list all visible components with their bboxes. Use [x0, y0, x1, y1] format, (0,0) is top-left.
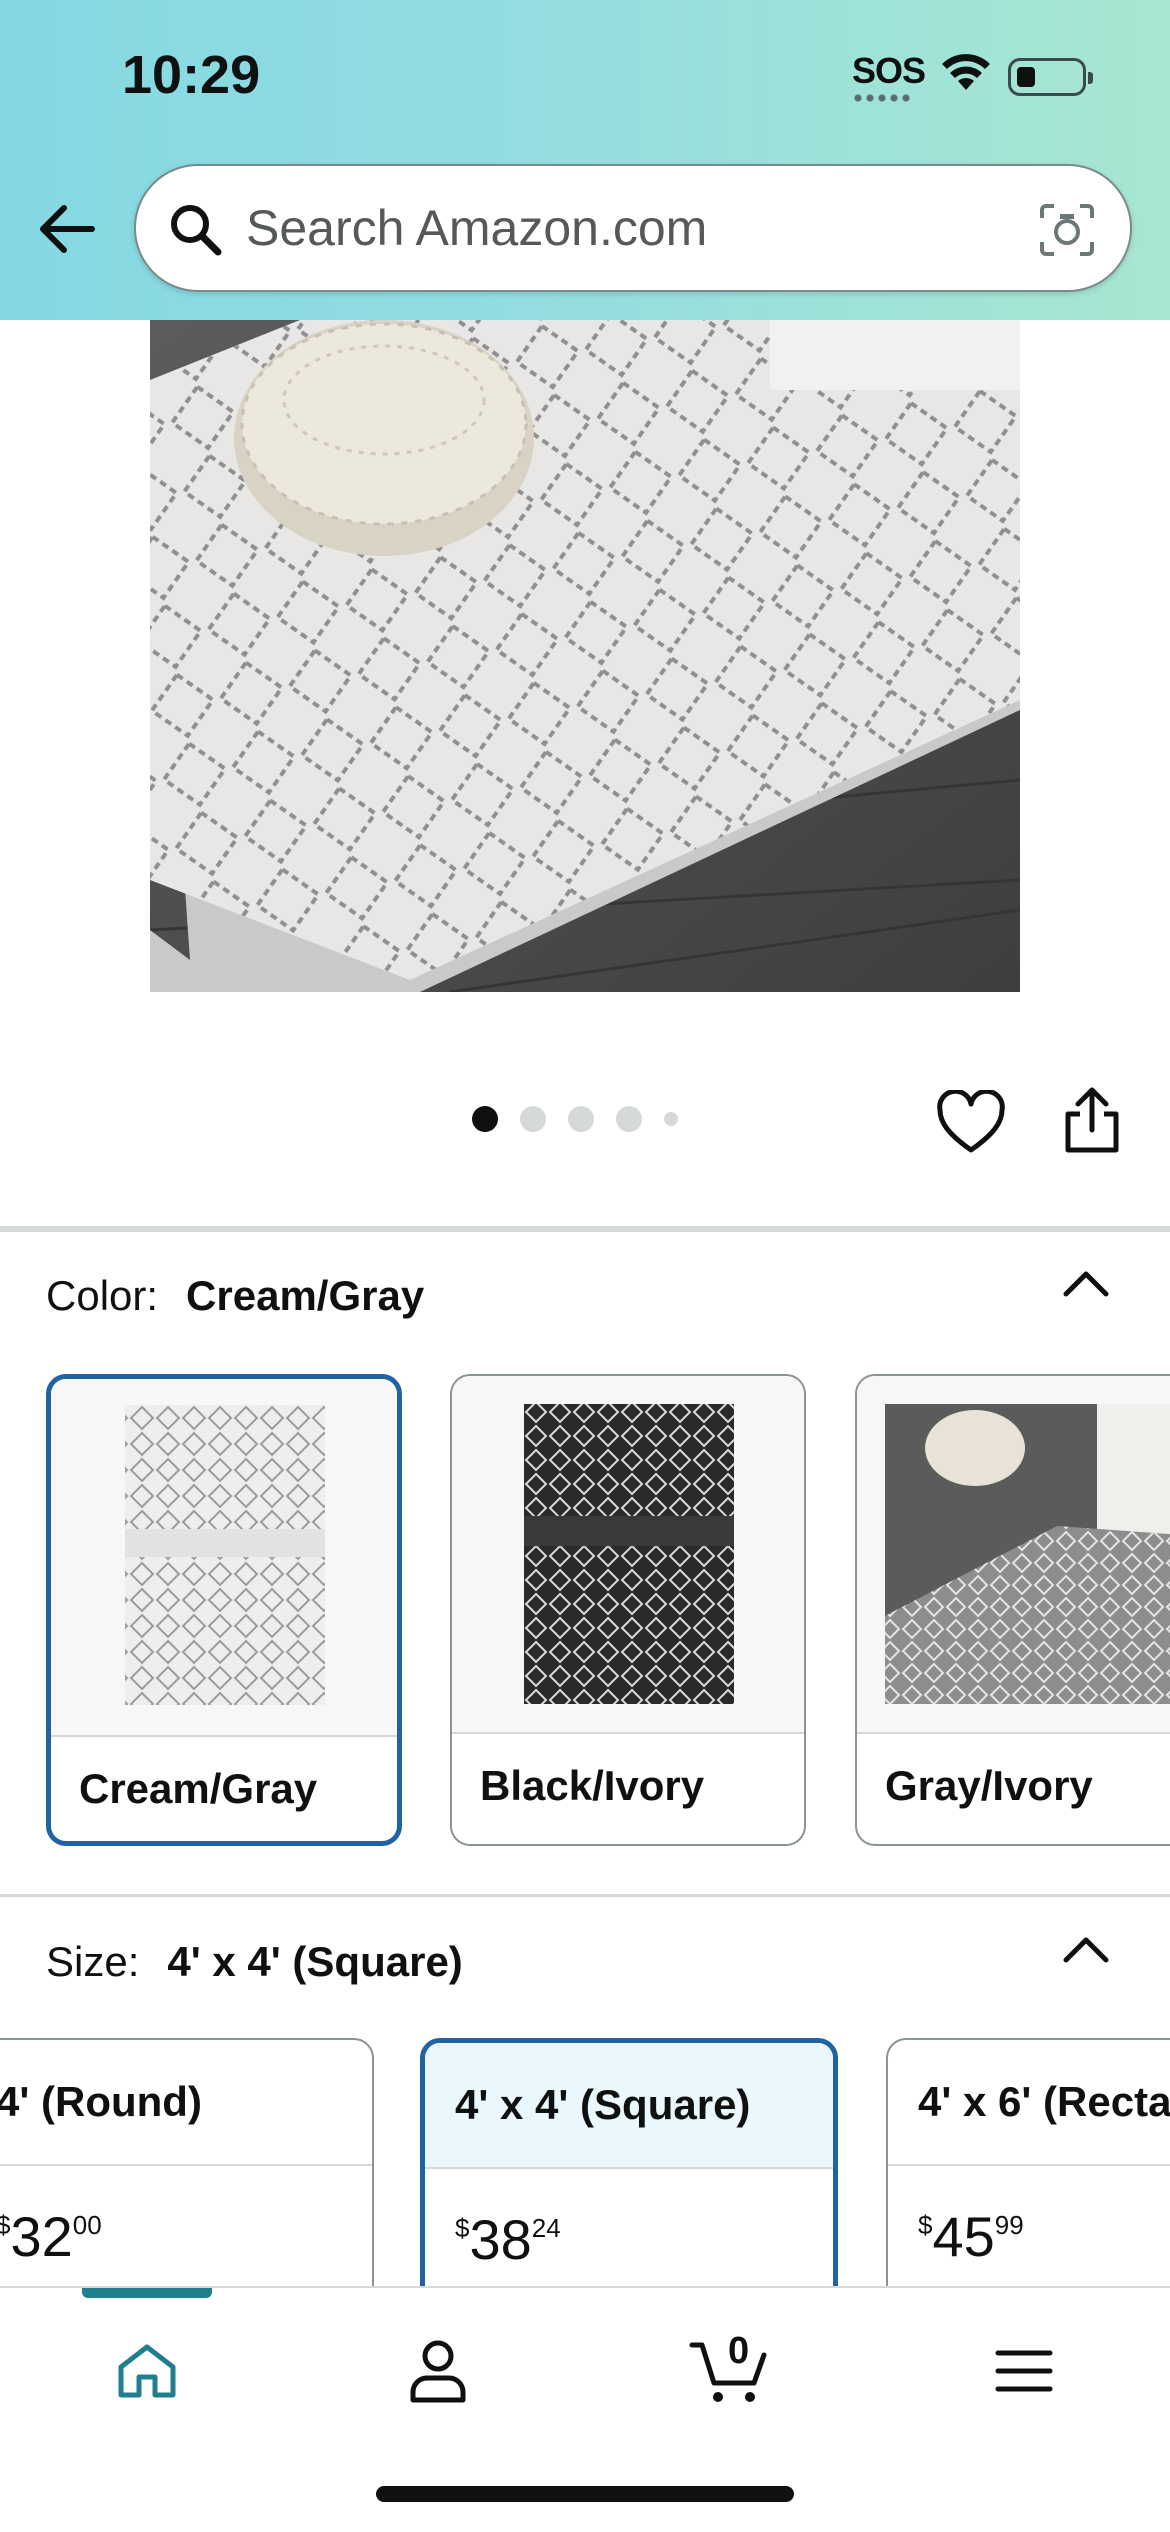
nav-home[interactable] — [97, 2326, 197, 2416]
size-option-price: $4599 — [918, 2205, 1024, 2268]
swatch-image — [857, 1376, 1170, 1732]
home-icon — [118, 2344, 176, 2398]
back-arrow-icon[interactable] — [34, 196, 100, 262]
chevron-up-icon[interactable] — [1060, 1932, 1112, 1968]
section-divider — [0, 1226, 1170, 1232]
account-icon — [410, 2340, 466, 2403]
carousel-dot[interactable] — [568, 1106, 594, 1132]
sos-indicator: SOS — [852, 50, 926, 91]
color-option-name: Gray/Ivory — [885, 1762, 1093, 1809]
chevron-up-icon[interactable] — [1060, 1266, 1112, 1302]
app-header: 10:29 SOS — [0, 0, 1170, 320]
color-label-row: Color: Cream/Gray — [46, 1272, 424, 1320]
size-option-name: 4' x 4' (Square) — [455, 2081, 751, 2128]
camera-search-icon[interactable] — [1038, 202, 1096, 258]
active-tab-indicator — [82, 2288, 212, 2298]
nav-account[interactable] — [388, 2326, 488, 2416]
nav-menu[interactable] — [974, 2326, 1074, 2416]
search-icon — [171, 205, 222, 256]
carousel-dot[interactable] — [520, 1106, 546, 1132]
product-image[interactable] — [150, 320, 1020, 992]
size-label: Size: — [46, 1938, 140, 1985]
size-option-price: $3200 — [0, 2205, 102, 2268]
color-selected-value: Cream/Gray — [186, 1272, 425, 1319]
cart-count-badge: 0 — [728, 2330, 750, 2372]
search-bar[interactable] — [134, 164, 1132, 292]
signal-dots — [852, 94, 914, 102]
color-option-black-ivory[interactable]: Black/Ivory — [450, 1374, 806, 1846]
size-option-name: 4' (Round) — [0, 2078, 202, 2125]
menu-icon — [995, 2350, 1053, 2392]
size-label-row: Size: 4' x 4' (Square) — [46, 1938, 463, 1986]
color-option-gray-ivory[interactable]: Gray/Ivory — [855, 1374, 1170, 1846]
color-option-name: Black/Ivory — [480, 1762, 705, 1809]
status-time: 10:29 — [122, 45, 261, 105]
carousel-dot[interactable] — [472, 1106, 498, 1132]
color-label: Color: — [46, 1272, 159, 1319]
home-indicator — [376, 2486, 794, 2502]
heart-icon[interactable] — [936, 1090, 1006, 1156]
search-input[interactable] — [246, 188, 1026, 268]
carousel-dot[interactable] — [664, 1112, 678, 1126]
swatch-image — [51, 1379, 397, 1735]
swatch-image — [452, 1376, 804, 1732]
size-option-price: $3824 — [455, 2208, 561, 2271]
size-option-name: 4' x 6' (Recta — [918, 2078, 1170, 2125]
share-icon[interactable] — [1062, 1086, 1122, 1156]
section-divider — [0, 1894, 1170, 1897]
wifi-icon — [942, 54, 990, 90]
carousel-dot[interactable] — [616, 1106, 642, 1132]
size-selected-value: 4' x 4' (Square) — [167, 1938, 463, 1985]
color-option-name: Cream/Gray — [79, 1765, 318, 1812]
image-carousel-dots[interactable] — [472, 1106, 678, 1132]
color-option-cream-gray[interactable]: Cream/Gray — [46, 1374, 402, 1846]
battery-icon — [1008, 58, 1093, 96]
